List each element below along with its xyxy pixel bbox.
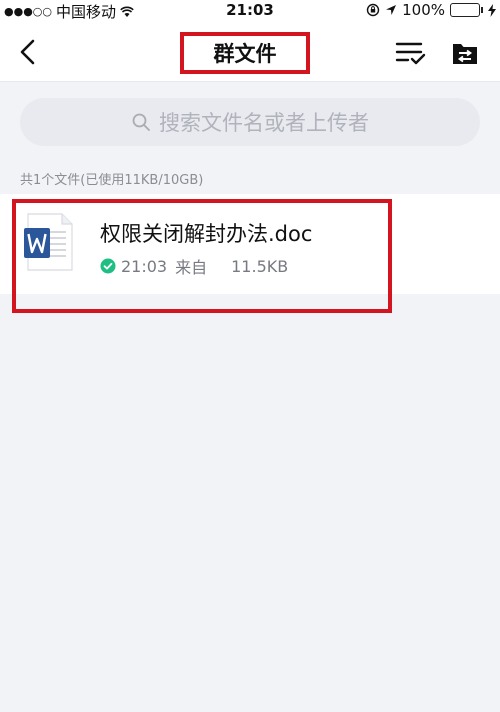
- folder-transfer-icon[interactable]: [451, 40, 479, 66]
- search-icon: [132, 113, 150, 131]
- battery-icon: [450, 3, 483, 17]
- file-upload-time: 21:03: [121, 256, 168, 276]
- orientation-lock-icon: [366, 3, 380, 17]
- title-highlight-box: 群文件: [180, 32, 310, 74]
- location-icon: [386, 5, 397, 15]
- search-placeholder: 搜索文件名或者上传者: [159, 111, 369, 135]
- back-button[interactable]: [14, 36, 44, 68]
- file-list: 权限关闭解封办法.doc 21:03 来自 11.5KB: [0, 194, 500, 294]
- file-uploader-label: 来自: [175, 258, 208, 277]
- status-bar: ●●●○○ 中国移动 21:03 100%: [0, 0, 500, 22]
- battery-percent: 100%: [402, 1, 445, 19]
- check-circle-icon: [100, 258, 116, 274]
- sort-select-icon[interactable]: [394, 39, 426, 67]
- charging-icon: [488, 3, 496, 17]
- search-area: 搜索文件名或者上传者: [0, 82, 500, 162]
- word-doc-icon: [24, 213, 73, 271]
- search-input[interactable]: 搜索文件名或者上传者: [20, 98, 480, 146]
- page-title: 群文件: [213, 42, 277, 66]
- status-right: 100%: [366, 1, 496, 19]
- file-name: 权限关闭解封办法.doc: [100, 222, 313, 246]
- file-list-item[interactable]: 权限关闭解封办法.doc 21:03 来自 11.5KB: [0, 194, 500, 294]
- group-files-screen: ●●●○○ 中国移动 21:03 100% 群文件 搜索文件名或者上传者 共1个…: [0, 0, 500, 712]
- storage-summary: 共1个文件(已使用11KB/10GB): [20, 173, 204, 188]
- file-size: 11.5KB: [231, 256, 289, 276]
- nav-bar: 群文件: [0, 22, 500, 82]
- file-meta: 21:03 来自 11.5KB: [100, 254, 288, 278]
